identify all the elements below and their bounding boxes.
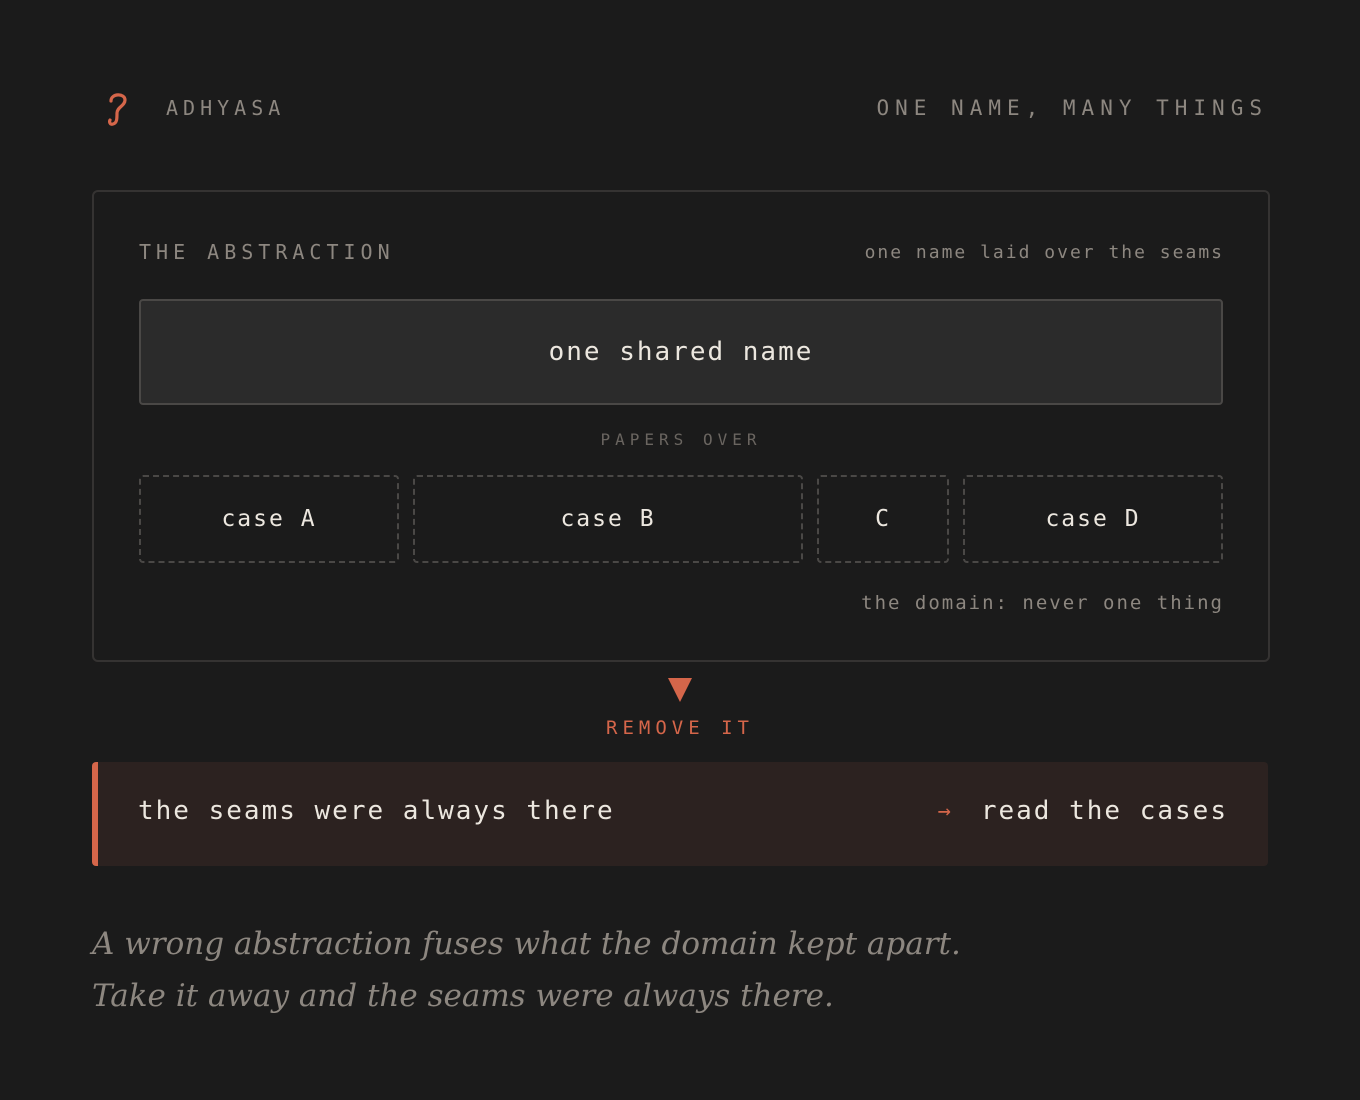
caption: A wrong abstraction fuses what the domai… [92,926,961,1014]
shared-name-box: one shared name [139,299,1223,405]
tagline: ONE NAME, MANY THINGS [876,96,1268,120]
domain-note: the domain: never one thing [861,592,1224,614]
case-b-box: case B [413,475,803,563]
header: ADHYASA ONE NAME, MANY THINGS [92,88,1268,128]
remove-it-label: REMOVE IT [606,717,754,739]
triangle-down-icon [668,678,692,702]
panel-note: one name laid over the seams [864,242,1224,263]
brand-name: ADHYASA [166,96,286,120]
case-d-box: case D [963,475,1223,563]
case-a-box: case A [139,475,399,563]
hook-glyph-icon [92,88,142,128]
arrow-right-icon: → [937,798,953,824]
panel-title: THE ABSTRACTION [139,240,395,264]
result-bar: the seams were always there → read the c… [92,762,1268,866]
brand: ADHYASA [92,88,285,128]
read-cases-label: read the cases [980,796,1228,826]
read-cases-link[interactable]: → read the cases [938,796,1228,826]
result-text: the seams were always there [138,796,615,826]
papers-over-label: PAPERS OVER [600,430,762,449]
case-c-box: C [817,475,949,563]
abstraction-panel: THE ABSTRACTION one name laid over the s… [92,190,1270,662]
